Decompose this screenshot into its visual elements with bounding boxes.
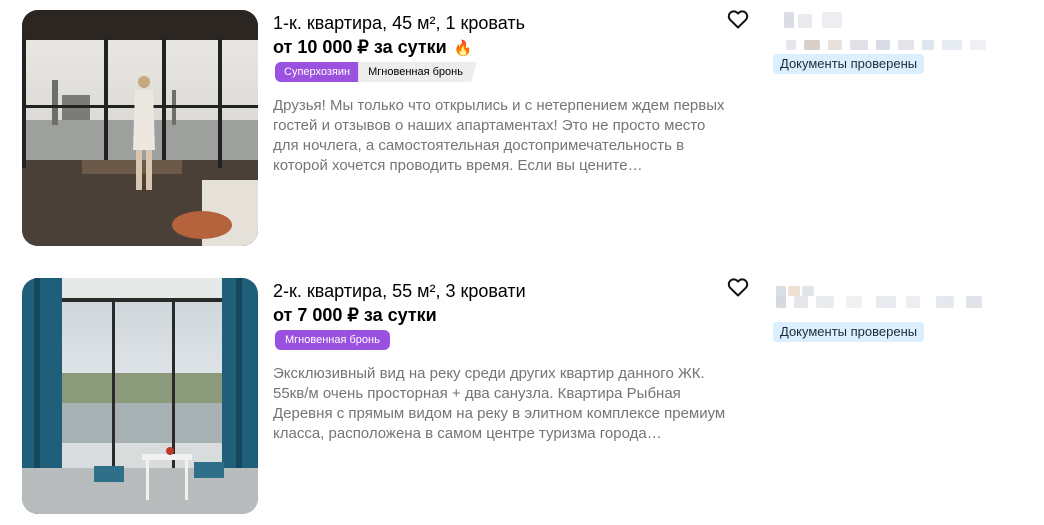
listing-badges: Суперхозяин Мгновенная бронь	[275, 62, 477, 82]
listing-badges: Мгновенная бронь	[275, 330, 390, 350]
listing-card[interactable]: 2-к. квартира, 55 м², 3 кровати от 7 000…	[0, 278, 1044, 518]
listing-title[interactable]: 1-к. квартира, 45 м², 1 кровать	[273, 12, 525, 34]
listing-price: от 10 000 ₽ за сутки 🔥	[273, 36, 472, 60]
fire-icon: 🔥	[453, 40, 473, 57]
listing-description: Эксклюзивный вид на реку среди других кв…	[273, 365, 726, 442]
seller-info-blurred	[776, 296, 996, 320]
favorite-button[interactable]	[726, 7, 750, 31]
seller-info-blurred	[776, 38, 996, 52]
listing-card[interactable]: 1-к. квартира, 45 м², 1 кровать от 10 00…	[0, 10, 1044, 250]
price-text: от 7 000 ₽ за сутки	[273, 305, 437, 325]
price-text: от 10 000 ₽ за сутки	[273, 37, 447, 57]
listing-title[interactable]: 2-к. квартира, 55 м², 3 кровати	[273, 280, 526, 302]
favorite-button[interactable]	[726, 275, 750, 299]
seller-name-blurred[interactable]	[776, 278, 856, 300]
documents-verified-badge: Документы проверены	[773, 322, 925, 342]
listing-price: от 7 000 ₽ за сутки	[273, 304, 437, 326]
listing-photo[interactable]	[22, 278, 258, 514]
heart-outline-icon	[727, 278, 749, 297]
apartment-window-photo	[22, 10, 258, 246]
seller-name-blurred[interactable]	[776, 10, 856, 30]
listing-description: Друзья! Мы только что открылись и с нете…	[273, 97, 725, 174]
heart-outline-icon	[727, 10, 749, 29]
instant-booking-badge: Мгновенная бронь	[275, 330, 390, 350]
documents-verified-badge: Документы проверены	[773, 54, 925, 74]
superhost-badge: Суперхозяин	[275, 62, 365, 82]
apartment-balcony-photo	[22, 278, 258, 514]
listing-photo[interactable]	[22, 10, 258, 246]
instant-booking-badge: Мгновенная бронь	[358, 62, 477, 82]
